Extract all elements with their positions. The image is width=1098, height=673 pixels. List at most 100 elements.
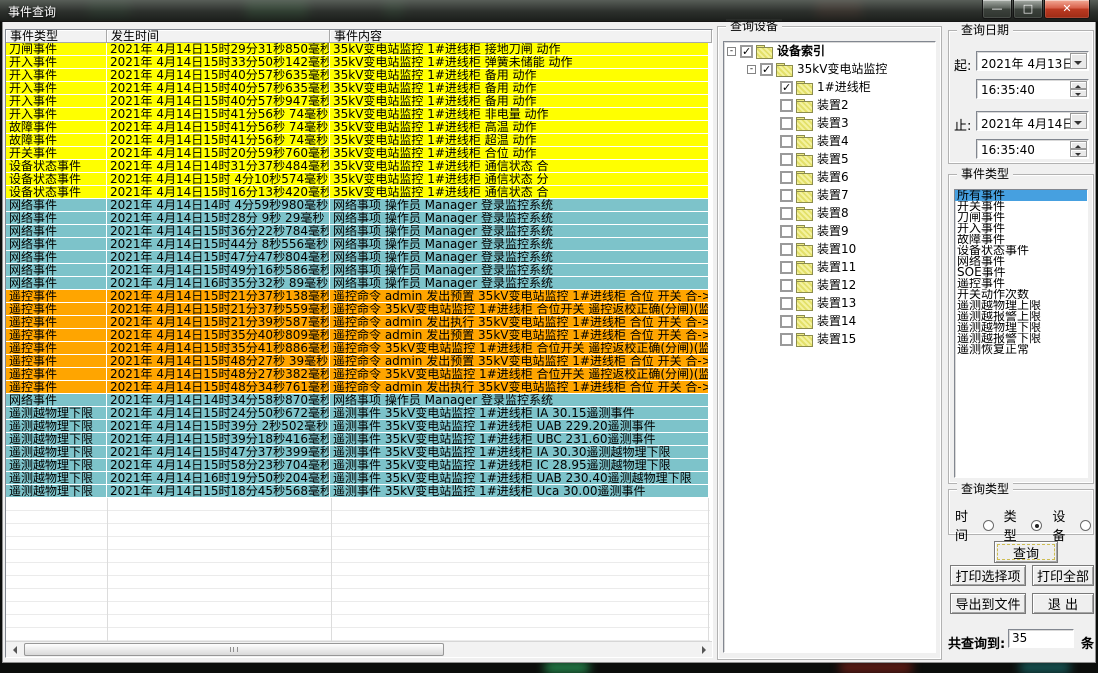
close-button[interactable]: ✕ [1044, 0, 1090, 19]
table-row[interactable]: 设备状态事件2021年 4月14日15时16分13秒420毫秒35kV变电站监控… [6, 186, 708, 199]
exit-button[interactable]: 退 出 [1032, 593, 1094, 614]
tree-item[interactable]: 装置15 [724, 330, 935, 348]
scroll-left-button[interactable] [7, 643, 22, 657]
horizontal-scrollbar[interactable] [6, 641, 712, 657]
table-row[interactable]: 网络事件2021年 4月14日16时35分32秒 89毫秒网络事项 操作员 Ma… [6, 277, 708, 290]
tree-checkbox[interactable] [780, 189, 793, 202]
table-row[interactable]: 开入事件2021年 4月14日15时41分56秒 74毫秒35kV变电站监控 1… [6, 108, 708, 121]
tree-item[interactable]: 装置2 [724, 96, 935, 114]
print-selected-button[interactable]: 打印选择项 [950, 565, 1026, 586]
tree-checkbox[interactable] [780, 243, 793, 256]
table-row[interactable]: 开关事件2021年 4月14日15时20分59秒760毫秒35kV变电站监控 1… [6, 147, 708, 160]
table-row[interactable]: 开入事件2021年 4月14日15时40分57秒635毫秒35kV变电站监控 1… [6, 82, 708, 95]
title-bar[interactable]: 事件查询 — □ ✕ [0, 0, 1098, 22]
event-type-item[interactable]: 开入事件 [955, 223, 1087, 234]
table-row[interactable]: 遥测越物理下限2021年 4月14日15时39分 2秒502毫秒遥测事件 35k… [6, 420, 708, 433]
table-row[interactable]: 遥控事件2021年 4月14日15时48分34秒761毫秒遥控命令 admin … [6, 381, 708, 394]
radio-option[interactable]: 设备 [1052, 506, 1091, 544]
tree-item[interactable]: 装置8 [724, 204, 935, 222]
tree-checkbox[interactable] [780, 117, 793, 130]
table-row[interactable]: 网络事件2021年 4月14日14时34分58秒870毫秒网络事项 操作员 Ma… [6, 394, 708, 407]
event-type-item[interactable]: 开关事件 [955, 201, 1087, 212]
tree-checkbox[interactable] [780, 225, 793, 238]
tree-expander-icon[interactable]: - [727, 47, 736, 56]
tree-expander-icon[interactable]: - [747, 65, 756, 74]
radio-option[interactable]: 时间 [955, 506, 994, 544]
table-row[interactable]: 故障事件2021年 4月14日15时41分56秒 74毫秒35kV变电站监控 1… [6, 134, 708, 147]
table-row[interactable]: 刀闸事件2021年 4月14日15时29分31秒850毫秒35kV变电站监控 1… [6, 43, 708, 56]
from-date-dropdown-button[interactable] [1070, 53, 1087, 69]
spin-up-button[interactable] [1070, 81, 1087, 89]
table-row[interactable]: 网络事件2021年 4月14日15时47分47秒804毫秒网络事项 操作员 Ma… [6, 251, 708, 264]
table-row[interactable]: 网络事件2021年 4月14日14时 4分59秒980毫秒网络事项 操作员 Ma… [6, 199, 708, 212]
query-button[interactable]: 查询 [994, 541, 1058, 563]
tree-item[interactable]: 装置6 [724, 168, 935, 186]
table-row[interactable]: 遥控事件2021年 4月14日15时48分27秒382毫秒遥控命令 35kV变电… [6, 368, 708, 381]
table-row[interactable]: 遥测越物理下限2021年 4月14日15时18分45秒568毫秒遥测事件 35k… [6, 485, 708, 498]
radio-icon[interactable] [1080, 520, 1091, 531]
tree-item[interactable]: 装置12 [724, 276, 935, 294]
table-row[interactable]: 遥测越物理下限2021年 4月14日15时58分23秒704毫秒遥测事件 35k… [6, 459, 708, 472]
scrollbar-thumb[interactable] [24, 643, 444, 656]
table-row[interactable]: 网络事件2021年 4月14日15时49分16秒586毫秒网络事项 操作员 Ma… [6, 264, 708, 277]
print-all-button[interactable]: 打印全部 [1032, 565, 1094, 586]
result-count-value[interactable]: 35 [1008, 629, 1074, 648]
tree-item[interactable]: 装置9 [724, 222, 935, 240]
radio-icon[interactable] [1031, 520, 1042, 531]
tree-item[interactable]: 装置7 [724, 186, 935, 204]
to-time-spinner[interactable]: 16:35:40 [976, 139, 1089, 159]
table-row[interactable]: 遥控事件2021年 4月14日15时21分39秒587毫秒遥控命令 admin … [6, 316, 708, 329]
scroll-right-button[interactable] [696, 643, 711, 657]
table-row[interactable]: 网络事件2021年 4月14日15时44分 8秒556毫秒网络事项 操作员 Ma… [6, 238, 708, 251]
tree-item[interactable]: -✓设备索引 [724, 42, 935, 60]
table-row[interactable]: 遥测越物理下限2021年 4月14日16时19分50秒204毫秒遥测事件 35k… [6, 472, 708, 485]
to-date-combo[interactable]: 2021年 4月14日 [976, 111, 1089, 131]
tree-checkbox[interactable] [780, 333, 793, 346]
column-header-time[interactable]: 发生时间 [107, 30, 330, 43]
spin-down-button[interactable] [1070, 89, 1087, 97]
spin-up-button[interactable] [1070, 141, 1087, 149]
tree-item[interactable]: 装置13 [724, 294, 935, 312]
event-type-item[interactable]: 刀闸事件 [955, 212, 1087, 223]
event-type-item[interactable]: 遥测越报警下限 [955, 333, 1087, 344]
event-type-item[interactable]: 遥测恢复正常 [955, 344, 1087, 355]
table-row[interactable]: 遥控事件2021年 4月14日15时35分41秒886毫秒遥控命令 35kV变电… [6, 342, 708, 355]
table-row[interactable]: 遥控事件2021年 4月14日15时21分37秒559毫秒遥控命令 35kV变电… [6, 303, 708, 316]
tree-item[interactable]: -✓35kV变电站监控 [724, 60, 935, 78]
tree-checkbox[interactable]: ✓ [740, 45, 753, 58]
tree-item[interactable]: ✓1#进线柜 [724, 78, 935, 96]
column-header-content[interactable]: 事件内容 [330, 30, 712, 43]
table-row[interactable]: 开入事件2021年 4月14日15时33分50秒142毫秒35kV变电站监控 1… [6, 56, 708, 69]
event-type-item[interactable]: 遥测越物理上限 [955, 300, 1087, 311]
table-row[interactable]: 设备状态事件2021年 4月14日14时31分37秒484毫秒35kV变电站监控… [6, 160, 708, 173]
from-date-combo[interactable]: 2021年 4月13日 [976, 51, 1089, 71]
event-type-item[interactable]: SOE事件 [955, 267, 1087, 278]
table-row[interactable]: 遥测越物理下限2021年 4月14日15时47分37秒399毫秒遥测事件 35k… [6, 446, 708, 459]
event-type-item[interactable]: 遥测越物理下限 [955, 322, 1087, 333]
spin-down-button[interactable] [1070, 149, 1087, 157]
table-row[interactable]: 网络事件2021年 4月14日15时36分22秒784毫秒网络事项 操作员 Ma… [6, 225, 708, 238]
tree-checkbox[interactable] [780, 297, 793, 310]
to-date-dropdown-button[interactable] [1070, 113, 1087, 129]
event-type-item[interactable]: 故障事件 [955, 234, 1087, 245]
tree-checkbox[interactable] [780, 171, 793, 184]
event-type-item[interactable]: 遥控事件 [955, 278, 1087, 289]
tree-item[interactable]: 装置10 [724, 240, 935, 258]
table-row[interactable]: 遥控事件2021年 4月14日15时35分40秒809毫秒遥控命令 admin … [6, 329, 708, 342]
table-row[interactable]: 网络事件2021年 4月14日15时28分 9秒 29毫秒网络事项 操作员 Ma… [6, 212, 708, 225]
table-row[interactable]: 设备状态事件2021年 4月14日15时 4分10秒574毫秒35kV变电站监控… [6, 173, 708, 186]
tree-item[interactable]: 装置11 [724, 258, 935, 276]
minimize-button[interactable]: — [982, 0, 1012, 19]
radio-option[interactable]: 类型 [1004, 506, 1043, 544]
table-row[interactable]: 遥测越物理下限2021年 4月14日15时39分18秒416毫秒遥测事件 35k… [6, 433, 708, 446]
radio-icon[interactable] [983, 520, 994, 531]
from-time-spinner[interactable]: 16:35:40 [976, 79, 1089, 99]
table-row[interactable]: 开入事件2021年 4月14日15时40分57秒947毫秒35kV变电站监控 1… [6, 95, 708, 108]
tree-item[interactable]: 装置3 [724, 114, 935, 132]
table-row[interactable]: 遥控事件2021年 4月14日15时48分27秒 39毫秒遥控命令 admin … [6, 355, 708, 368]
tree-checkbox[interactable] [780, 261, 793, 274]
event-type-item[interactable]: 所有事件 [955, 190, 1087, 201]
tree-checkbox[interactable]: ✓ [780, 81, 793, 94]
tree-checkbox[interactable] [780, 207, 793, 220]
event-type-item[interactable]: 网络事件 [955, 256, 1087, 267]
